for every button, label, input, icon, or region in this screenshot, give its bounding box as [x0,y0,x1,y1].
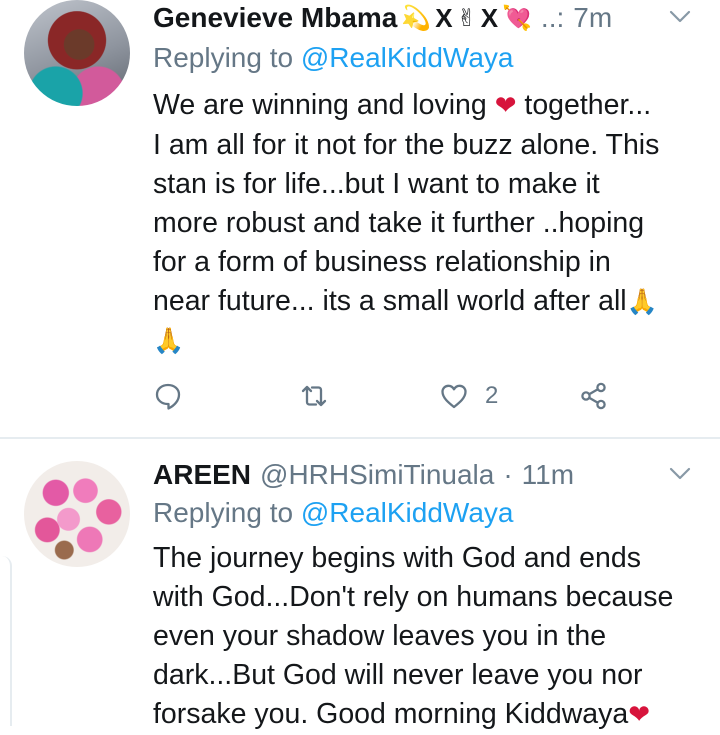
heart-arrow-emoji: 💘 [502,4,532,32]
heart-emoji: ❤ [628,700,651,730]
body-line: near future... its a small world after a… [153,285,627,317]
thread-edge [0,556,12,726]
tweet-actions: 2 [153,376,613,416]
body-line: stan is for life...but I want to make it [153,168,600,200]
retweet-button[interactable] [299,376,329,416]
share-icon [581,382,606,410]
body-line: even your shadow leaves you in the [153,620,607,652]
body-line: with God...Don't rely on humans because [153,581,674,613]
display-name[interactable]: Genevieve Mbama [153,2,397,34]
like-icon [441,384,467,409]
replying-to: Replying to @RealKiddWaya [153,497,513,529]
chevron-down-icon[interactable] [668,461,692,485]
tweet-2[interactable]: AREEN @HRHSimiTinuala · 11m Replying to … [0,439,720,731]
tweet-1[interactable]: Genevieve Mbama 💫 X ✌ X 💘 ..: 7m Replyin… [0,0,720,439]
body-line: The journey begins with God and ends [153,542,641,574]
separator-dot: · [503,459,513,490]
body-line: together... [524,89,652,121]
name-x-2: X [480,2,499,33]
reply-button[interactable] [153,376,183,416]
mention-link[interactable]: @RealKiddWaya [301,497,514,528]
heart-emoji: ❤ [494,91,517,121]
body-line: I am all for it not for the buzz alone. … [153,129,660,161]
tweet-body: The journey begins with God and ends wit… [153,539,698,735]
replying-to: Replying to @RealKiddWaya [153,42,513,74]
retweet-icon [301,385,327,407]
body-line: for a form of business relationship in [153,246,611,278]
avatar[interactable] [24,461,130,567]
avatar[interactable] [24,0,130,106]
handle[interactable]: @HRHSimiTinuala [260,459,494,491]
body-line: more robust and take it further ..hoping [153,207,645,239]
like-button[interactable]: 2 [439,376,498,416]
victory-emoji: ✌ [456,4,477,32]
name-x-1: X [435,2,453,33]
handle[interactable]: ..: [541,2,564,34]
dizzy-emoji: 💫 [401,4,432,32]
pray-emoji: 🙏 [626,287,658,316]
body-line: dark...But God will never leave you nor [153,659,643,691]
timestamp[interactable]: 11m [522,459,574,491]
pray-emoji: 🙏 [153,326,185,355]
display-name[interactable]: AREEN [153,459,251,491]
body-line: We are winning and loving [153,89,487,121]
share-button[interactable] [579,376,609,416]
replying-label: Replying to [153,42,294,73]
like-count: 2 [485,382,499,409]
tweet-header: Genevieve Mbama 💫 X ✌ X 💘 ..: 7m [153,0,612,36]
reply-icon [155,383,181,410]
mention-link[interactable]: @RealKiddWaya [301,42,514,73]
tweet-body: We are winning and loving ❤ together... … [153,86,698,360]
timestamp[interactable]: 7m [573,2,612,34]
replying-label: Replying to [153,497,294,528]
tweet-header: AREEN @HRHSimiTinuala · 11m [153,457,574,493]
body-line: forsake you. Good morning Kiddwaya [153,698,629,730]
chevron-down-icon[interactable] [668,4,692,28]
